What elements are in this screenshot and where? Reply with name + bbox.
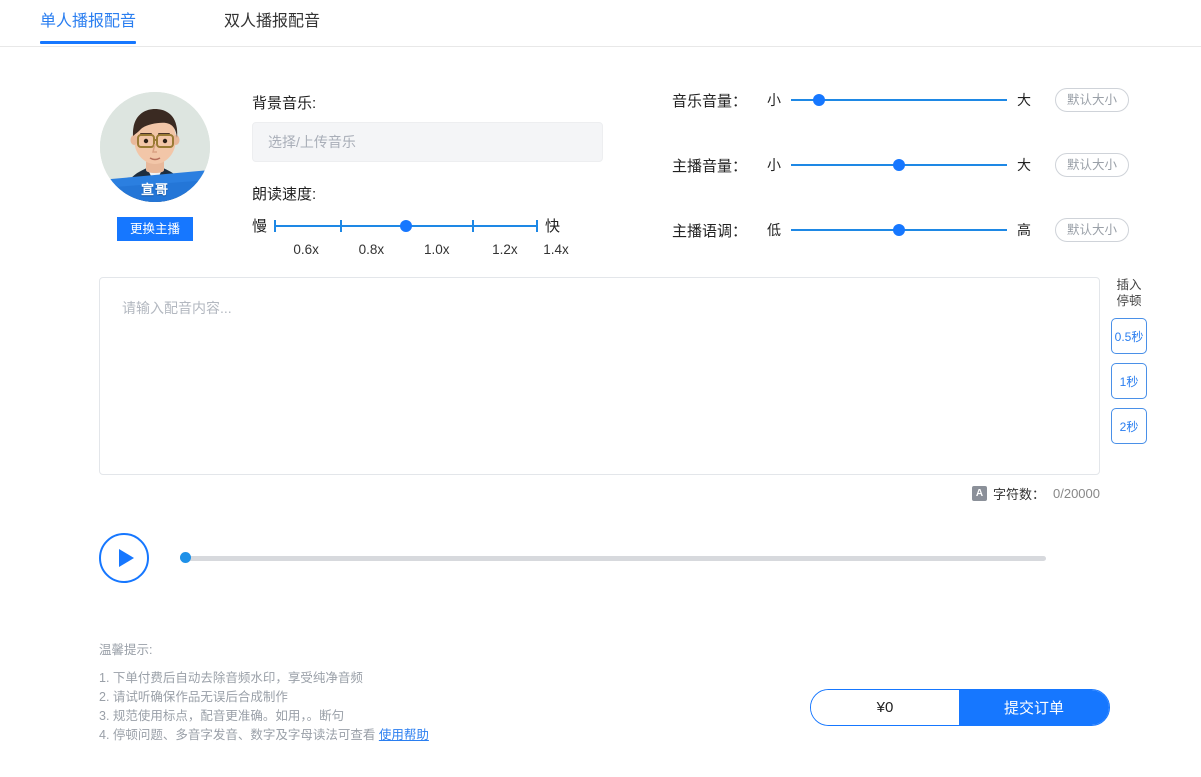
tab-bar: 单人播报配音 双人播报配音 (0, 0, 1201, 47)
speed-section: 朗读速度: 慢 快 0.6x 0.8x 1.0x 1.2x 1.4x (252, 183, 604, 260)
insert-pause-title-line1: 插入 (1116, 278, 1142, 292)
host-selector: 宣哥 更换主播 (99, 92, 211, 241)
speed-tick-labels: 0.6x 0.8x 1.0x 1.2x 1.4x (272, 242, 568, 260)
speed-tick-quarter (340, 219, 343, 232)
character-counter-value: 0/20000 (1053, 486, 1100, 501)
host-pitch-track[interactable] (791, 224, 1007, 236)
tips-list: 1. 下单付费后自动去除音频水印，享受纯净音频 2. 请试听确保作品无误后合成制作… (99, 669, 429, 745)
avatar[interactable]: 宣哥 (100, 92, 210, 202)
script-textarea[interactable] (100, 278, 1099, 474)
speed-min-label: 慢 (252, 218, 268, 235)
insert-pause-title-line2: 停顿 (1116, 294, 1142, 308)
tips-item: 1. 下单付费后自动去除音频水印，享受纯净音频 (99, 671, 363, 685)
host-pitch-max-label: 高 (1017, 222, 1031, 238)
speed-label: 朗读速度: (252, 186, 317, 203)
host-volume-row: 主播音量： 小 大 默认大小 (672, 152, 1129, 178)
volume-controls-column: 音乐音量：小大默认大小 主播音量：小大默认大小 主播语调：低高默认大小 (672, 87, 1129, 282)
music-volume-max-label: 大 (1017, 92, 1031, 108)
change-host-button[interactable]: 更换主播 (117, 217, 193, 241)
background-music-input[interactable] (252, 122, 603, 162)
order-price: ¥0 (811, 690, 959, 725)
host-pitch-row: 主播语调： 低 高 默认大小 (672, 217, 1129, 243)
insert-pause-rail: 插入 停顿 0.5秒 1秒 2秒 (1108, 277, 1150, 444)
tips-item: 4. 停顿问题、多音字发音、数字及字母读法可查看 使用帮助 (99, 728, 429, 742)
host-volume-min-label: 小 (767, 157, 781, 173)
speed-tick-label: 1.4x (543, 242, 569, 257)
tips-item: 3. 规范使用标点，配音更准确。如用，。断句 (99, 709, 345, 723)
character-counter: A 字符数： 0/20000 (971, 484, 1100, 503)
play-icon[interactable] (99, 533, 149, 583)
playback-progress-bar[interactable] (180, 552, 1046, 564)
character-counter-label: 字符数： (992, 487, 1045, 502)
help-link[interactable]: 使用帮助 (379, 728, 429, 742)
pause-button-one-second[interactable]: 1秒 (1111, 363, 1147, 399)
script-editor[interactable] (99, 277, 1100, 475)
host-pitch-handle[interactable] (893, 224, 905, 236)
music-volume-label: 音乐音量： (672, 92, 748, 110)
playback-progress-track (180, 556, 1046, 561)
speed-slider-handle[interactable] (400, 219, 413, 232)
music-volume-row: 音乐音量： 小 大 默认大小 (672, 87, 1129, 113)
pause-button-two-second[interactable]: 2秒 (1111, 408, 1147, 444)
text-format-icon: A (971, 486, 987, 501)
tips-section: 温馨提示: 1. 下单付费后自动去除音频水印，享受纯净音频 2. 请试听确保作品无… (99, 641, 429, 745)
speed-tick-label: 0.8x (358, 242, 385, 257)
play-triangle-icon (119, 549, 134, 567)
audio-player (99, 533, 1049, 583)
music-volume-min-label: 小 (767, 92, 781, 108)
speed-tick-start (274, 219, 277, 232)
host-pitch-label: 主播语调： (672, 222, 748, 240)
tab-single-host-label: 单人播报配音 (40, 13, 137, 30)
host-volume-track[interactable] (791, 159, 1007, 171)
host-volume-handle[interactable] (893, 159, 905, 171)
pause-button-half-second[interactable]: 0.5秒 (1111, 318, 1147, 354)
tab-single-host[interactable]: 单人播报配音 (36, 0, 140, 46)
tips-title: 温馨提示: (99, 643, 153, 657)
background-music-label: 背景音乐: (252, 95, 317, 112)
playback-progress-handle[interactable] (180, 552, 191, 563)
speed-slider-track[interactable] (274, 219, 539, 233)
order-bar: ¥0 提交订单 (810, 689, 1110, 726)
host-pitch-min-label: 低 (767, 222, 781, 238)
audio-settings-column: 背景音乐: 朗读速度: 慢 快 0.6x 0.8x 1.0x 1.2x 1.4x (252, 92, 604, 260)
music-volume-default-button[interactable]: 默认大小 (1055, 88, 1129, 112)
host-volume-label: 主播音量： (672, 157, 748, 175)
speed-tick-label: 1.2x (492, 242, 518, 257)
host-volume-max-label: 大 (1017, 157, 1031, 173)
settings-panel: 宣哥 更换主播 背景音乐: 朗读速度: 慢 快 0.6x 0.8x 1.0x 1.2x (0, 47, 1201, 257)
tab-dual-host-label: 双人播报配音 (224, 13, 321, 30)
tab-dual-host[interactable]: 双人播报配音 (220, 0, 324, 46)
host-pitch-default-button[interactable]: 默认大小 (1055, 218, 1129, 242)
host-volume-default-button[interactable]: 默认大小 (1055, 153, 1129, 177)
speed-tick-label: 1.0x (423, 242, 450, 257)
tips-item: 2. 请试听确保作品无误后合成制作 (99, 690, 288, 704)
music-volume-track[interactable] (791, 94, 1007, 106)
submit-order-button[interactable]: 提交订单 (959, 690, 1109, 725)
speed-slider[interactable]: 慢 快 (252, 215, 604, 236)
speed-tick-label: 0.6x (293, 242, 319, 257)
music-volume-handle[interactable] (813, 94, 826, 106)
speed-max-label: 快 (545, 218, 561, 235)
speed-tick-threequarter (472, 219, 475, 232)
speed-tick-end (536, 219, 539, 232)
host-name: 宣哥 (140, 182, 169, 197)
